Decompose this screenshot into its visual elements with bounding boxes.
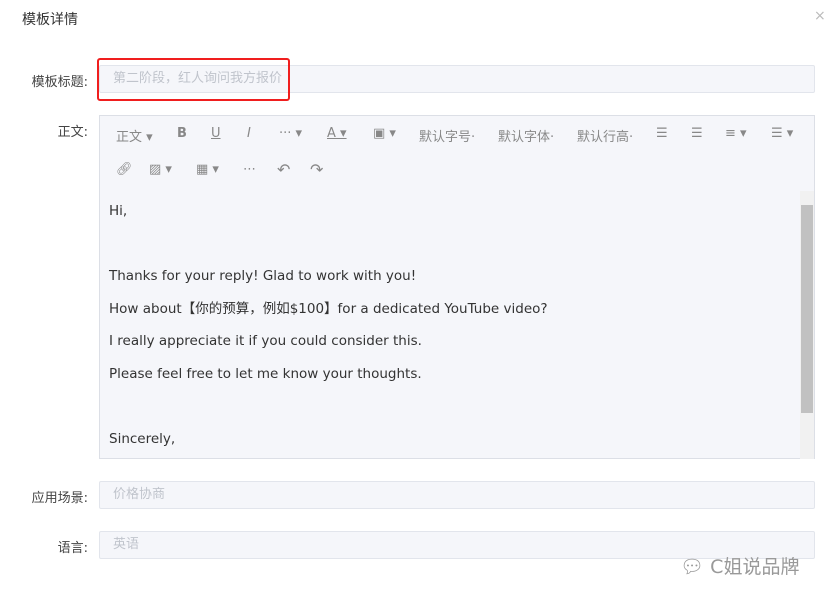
rich-text-editor[interactable]: 正文 ▾ B U I ··· ▾ A ▾ ▣ ▾ 默认字号· 默认字体· 默认行… xyxy=(99,115,815,459)
body-line xyxy=(109,386,789,419)
more-icon[interactable]: ··· ▾ xyxy=(279,126,302,141)
font-size-label: 默认字号 xyxy=(419,130,472,145)
indent-icon[interactable]: ☰ ▾ xyxy=(771,126,793,141)
watermark: 💬︎ C姐说品牌 xyxy=(680,552,799,579)
image-icon[interactable]: ▨ ▾ xyxy=(149,162,172,177)
editor-content[interactable]: Hi, Thanks for your reply! Glad to work … xyxy=(109,191,789,451)
numbered-list-icon[interactable]: ☰ xyxy=(691,126,703,141)
align-icon[interactable]: ≡ ▾ xyxy=(725,126,747,141)
link-icon[interactable]: 🔗︎ xyxy=(116,162,133,177)
font-family-label: 默认字体 xyxy=(498,130,551,145)
bold-icon[interactable]: B xyxy=(177,126,187,141)
body-line: I really appreciate it if you could cons… xyxy=(109,333,422,349)
divider-icon[interactable]: ⋯ xyxy=(243,162,256,177)
watermark-text: C姐说品牌 xyxy=(710,556,800,578)
highlight-box xyxy=(97,58,290,101)
bullet-list-icon[interactable]: ☰ xyxy=(656,126,668,141)
body-label: 正文: xyxy=(57,125,88,140)
body-line: Sincerely, xyxy=(109,430,176,447)
font-size-dropdown[interactable]: 默认字号· xyxy=(419,126,475,145)
dialog-title: 模板详情 xyxy=(22,12,78,28)
paragraph-dropdown[interactable]: 正文 ▾ xyxy=(116,126,153,145)
body-line: Thanks for your reply! Glad to work with… xyxy=(109,268,417,284)
undo-icon[interactable]: ↶ xyxy=(277,160,290,179)
wechat-icon: 💬︎ xyxy=(680,556,705,578)
line-height-label: 默认行高 xyxy=(577,130,630,145)
scene-input[interactable]: 价格协商 xyxy=(99,481,815,509)
body-line: Hi, xyxy=(109,203,128,219)
body-line: How about【你的预算，例如$100】for a dedicated Yo… xyxy=(109,300,548,317)
line-height-dropdown[interactable]: 默认行高· xyxy=(577,126,633,145)
redo-icon[interactable]: ↷ xyxy=(310,160,323,179)
underline-icon[interactable]: U xyxy=(211,126,221,141)
body-line: Please feel free to let me know your tho… xyxy=(109,365,422,382)
italic-icon[interactable]: I xyxy=(247,126,251,141)
title-label: 模板标题: xyxy=(31,75,88,90)
language-label: 语言: xyxy=(57,541,88,556)
font-family-dropdown[interactable]: 默认字体· xyxy=(498,126,554,145)
table-icon[interactable]: ▦ ▾ xyxy=(196,162,219,177)
body-line xyxy=(109,224,789,257)
paragraph-label: 正文 xyxy=(116,130,143,145)
close-icon[interactable]: × xyxy=(814,8,826,24)
scene-label: 应用场景: xyxy=(31,491,88,506)
background-color-icon[interactable]: ▣ ▾ xyxy=(373,126,396,141)
font-color-icon[interactable]: A ▾ xyxy=(327,126,347,141)
scrollbar-thumb[interactable] xyxy=(801,205,813,413)
